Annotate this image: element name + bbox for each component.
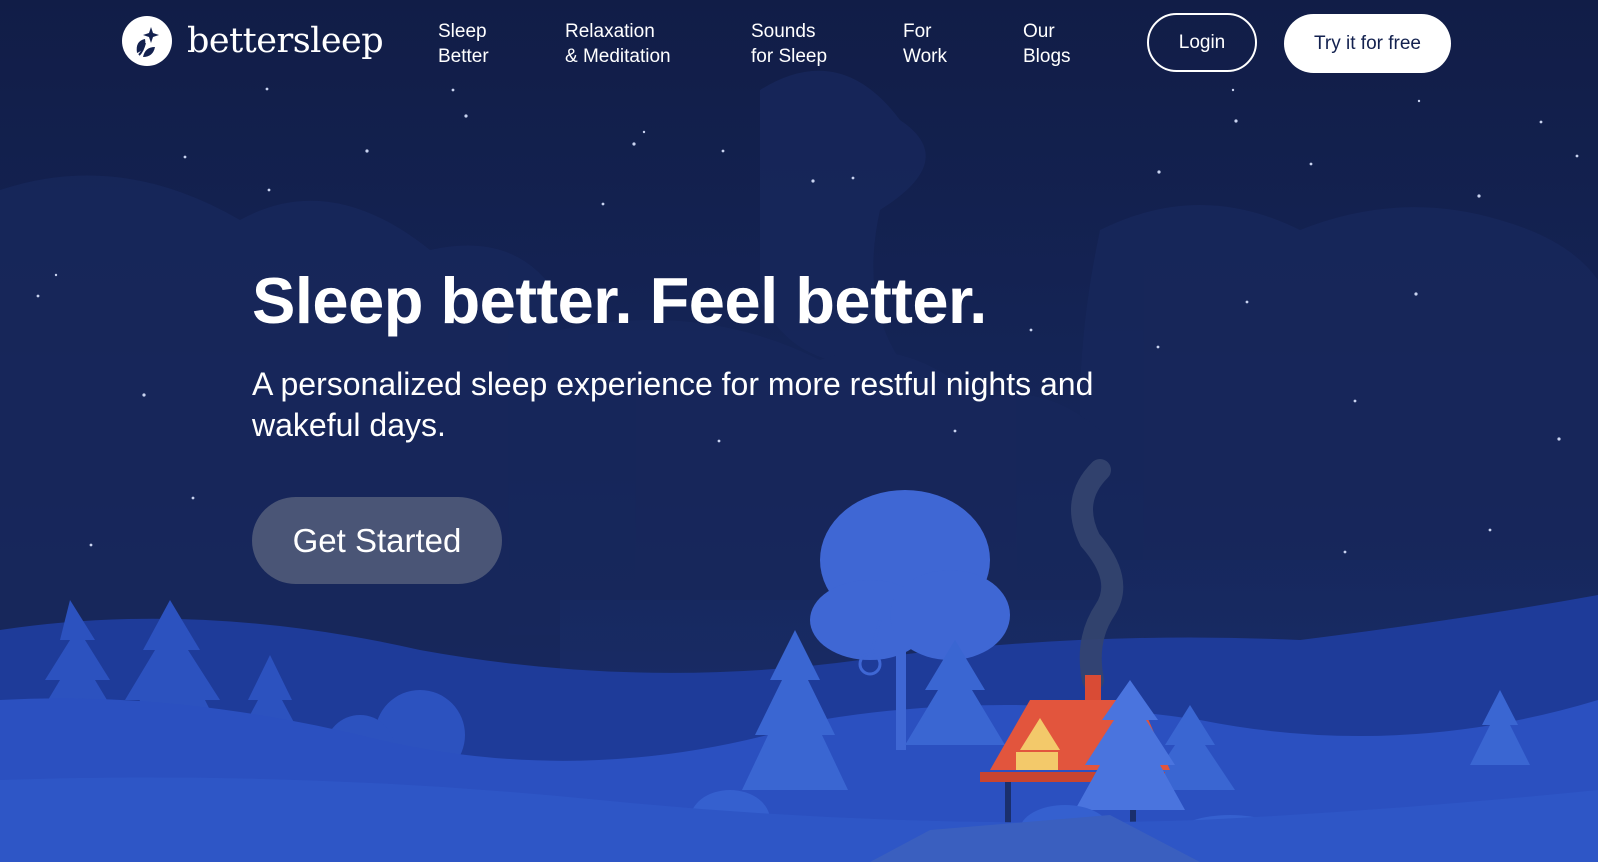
nav-label: Sleep: [438, 21, 487, 42]
nav-sounds-for-sleep[interactable]: Sounds for Sleep: [751, 19, 827, 69]
nav-label: & Meditation: [565, 46, 671, 67]
nav-relaxation-meditation[interactable]: Relaxation & Meditation: [565, 19, 671, 69]
hero-title: Sleep better. Feel better.: [252, 264, 987, 337]
get-started-button[interactable]: Get Started: [252, 497, 502, 584]
nav-label: Work: [903, 46, 947, 67]
nav-label: Relaxation: [565, 21, 655, 42]
brand-wordmark: bettersleep: [187, 20, 384, 61]
top-navigation: bettersleep Sleep Better Relaxation & Me…: [0, 0, 1598, 96]
brand-logo[interactable]: bettersleep: [121, 15, 384, 67]
nav-for-work[interactable]: For Work: [903, 19, 947, 69]
nav-sleep-better[interactable]: Sleep Better: [438, 19, 489, 69]
nav-label: For: [903, 21, 932, 42]
hero-subtitle: A personalized sleep experience for more…: [252, 366, 1094, 443]
nav-our-blogs[interactable]: Our Blogs: [1023, 19, 1071, 69]
sparkle-leaf-icon: [122, 16, 172, 66]
nav-label: Better: [438, 46, 489, 67]
nav-label: Our: [1023, 21, 1055, 42]
nav-label: Sounds: [751, 21, 816, 42]
nav-label: Blogs: [1023, 46, 1071, 67]
login-button[interactable]: Login: [1147, 13, 1257, 72]
nav-label: for Sleep: [751, 46, 828, 67]
try-free-button[interactable]: Try it for free: [1284, 14, 1451, 73]
